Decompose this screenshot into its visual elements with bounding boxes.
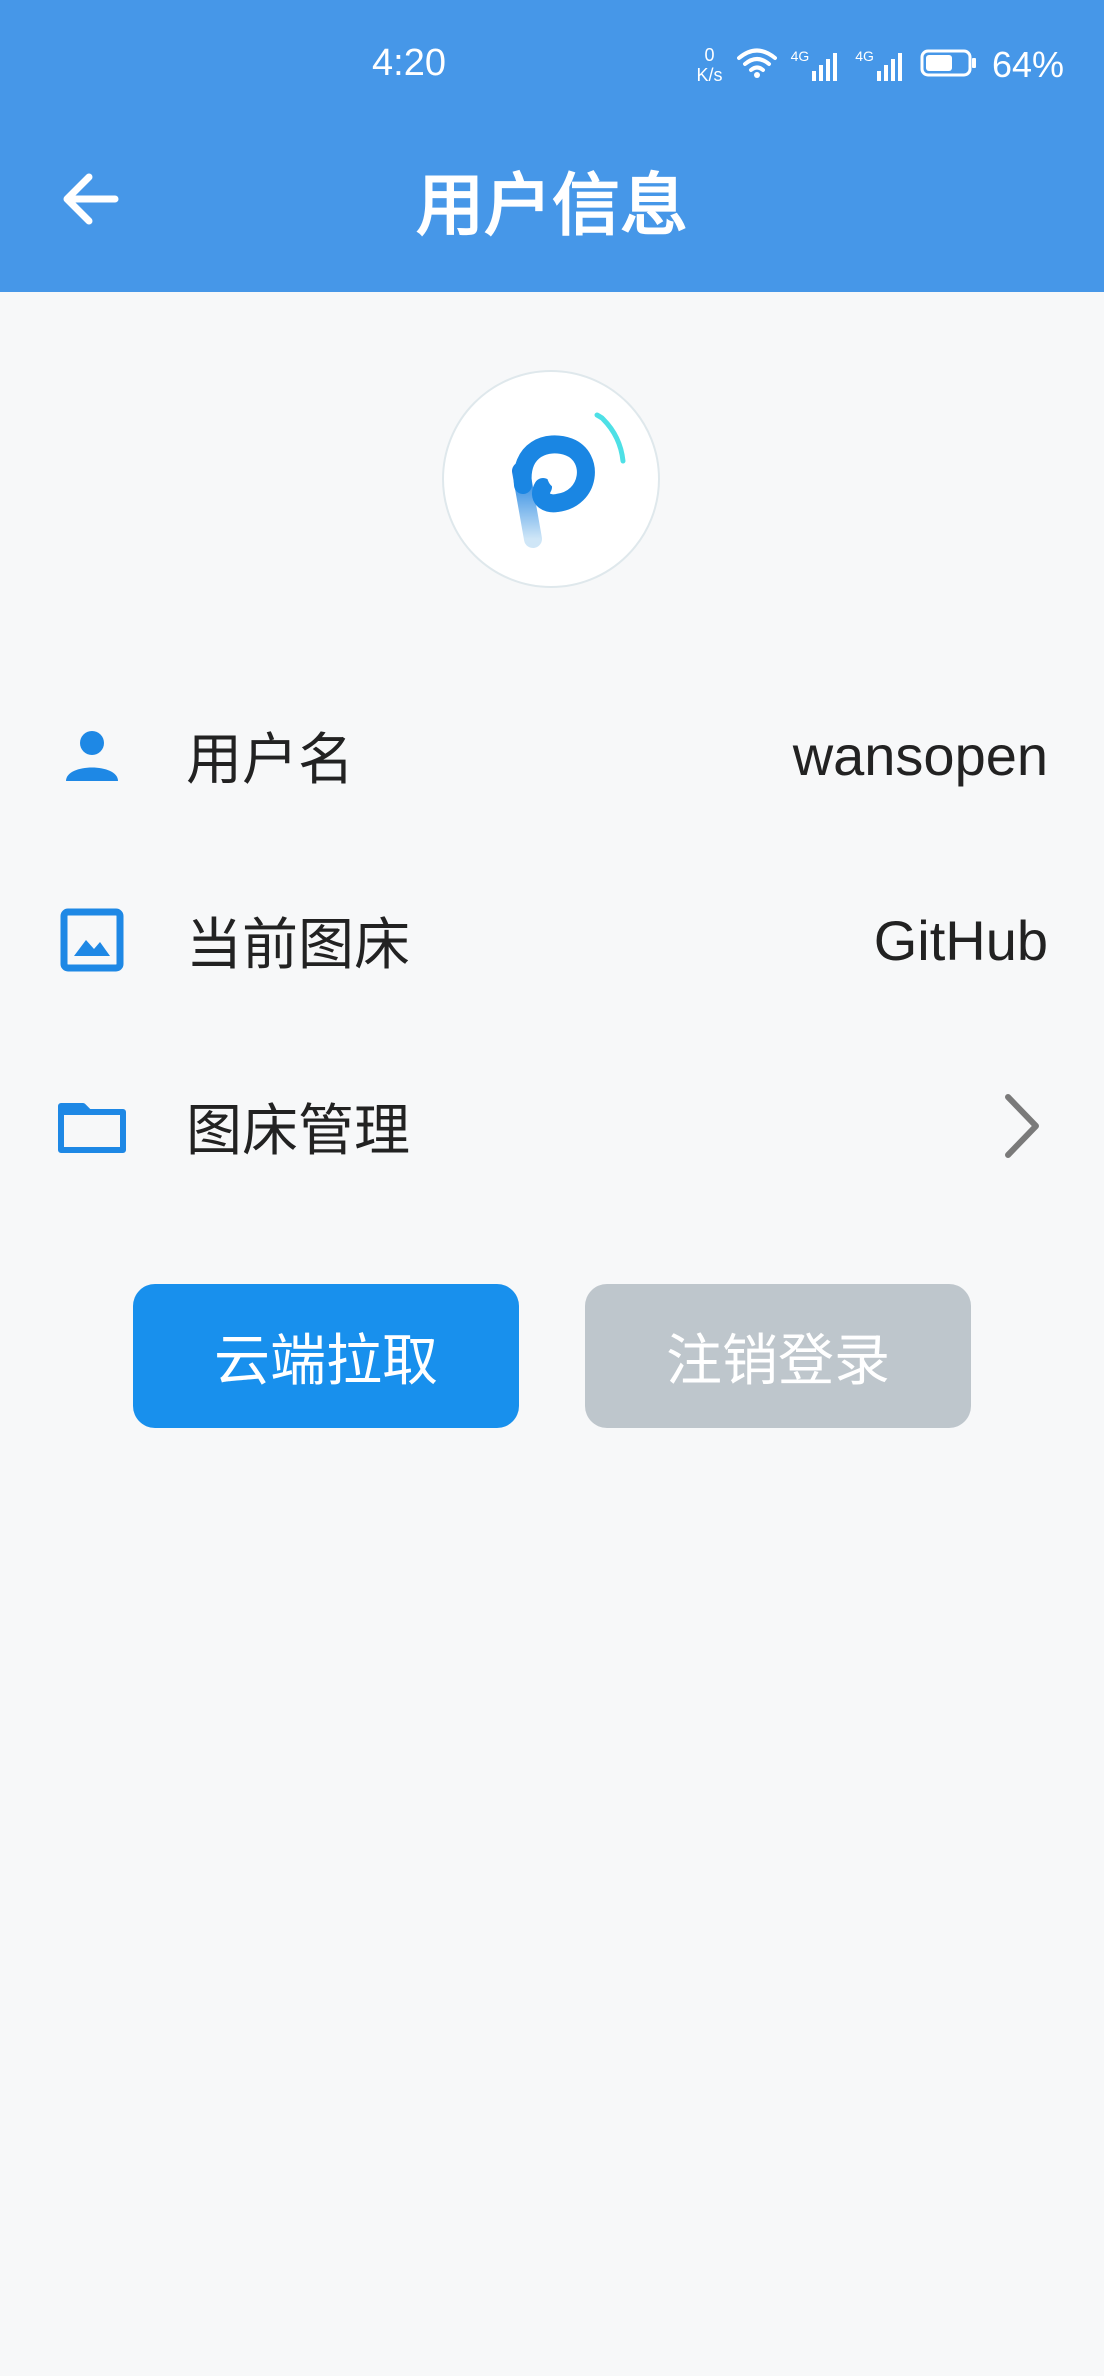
username-value: wansopen <box>792 723 1048 787</box>
username-label: 用户名 <box>186 727 354 793</box>
page-title: 用户信息 <box>415 167 688 246</box>
image-icon <box>56 904 128 976</box>
person-icon <box>56 719 128 791</box>
signal-bars-icon <box>812 53 838 81</box>
battery-icon <box>920 48 978 82</box>
net-speed-value: 0 <box>704 45 715 65</box>
app-header: 4:20 0 K/s 4G 4G 64% 用户信息 <box>0 0 1104 292</box>
current-image-host-value: GitHub <box>873 908 1048 972</box>
chevron-right-icon <box>992 1086 1052 1166</box>
username-row: 用户名 wansopen <box>0 695 1104 815</box>
net-speed-unit: K/s <box>696 65 723 85</box>
current-image-host-label: 当前图床 <box>186 912 410 978</box>
status-icons: 0 K/s 4G 4G 64% <box>697 44 1064 86</box>
current-image-host-row: 当前图床 GitHub <box>0 880 1104 1000</box>
wifi-icon <box>736 47 777 83</box>
image-host-management-label: 图床管理 <box>186 1098 410 1164</box>
logout-button[interactable]: 注销登录 <box>585 1284 971 1428</box>
battery-percent: 64% <box>991 44 1064 85</box>
folder-icon <box>56 1090 128 1162</box>
app-logo-icon <box>512 412 626 548</box>
image-host-management-row[interactable]: 图床管理 <box>0 1066 1104 1186</box>
network-type-label: 4G <box>790 48 810 64</box>
signal-sim1: 4G <box>791 49 842 81</box>
net-speed: 0 K/s <box>697 45 723 85</box>
signal-sim2: 4G <box>855 49 906 81</box>
cloud-pull-button[interactable]: 云端拉取 <box>133 1284 519 1428</box>
user-avatar[interactable] <box>442 370 660 588</box>
network-type-label: 4G <box>855 48 874 64</box>
signal-bars-icon <box>876 53 902 81</box>
status-time: 4:20 <box>372 42 446 84</box>
